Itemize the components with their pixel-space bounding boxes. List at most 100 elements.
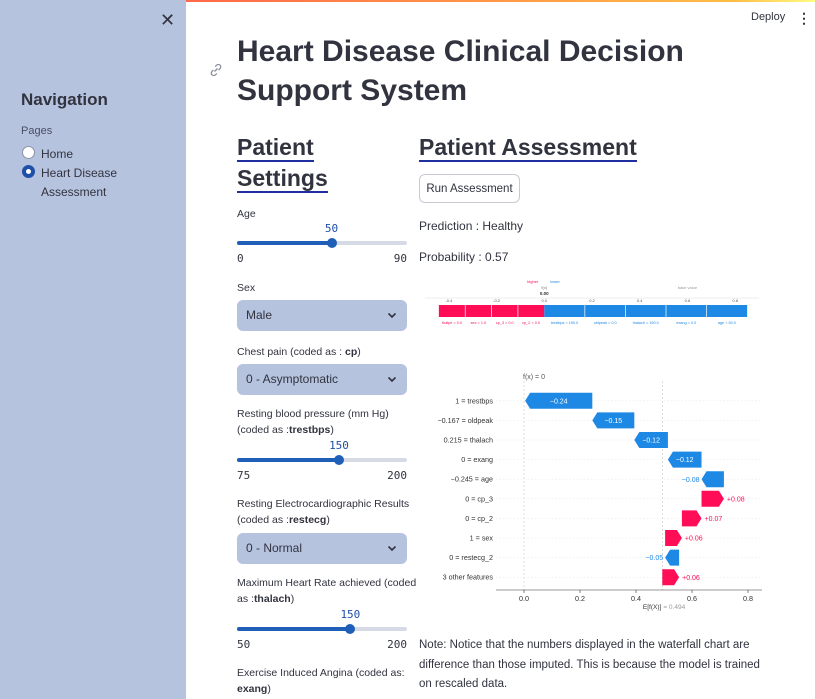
patient-settings-heading: Patient Settings (237, 132, 347, 194)
restecg-label-line2: (coded as :restecg) (237, 512, 409, 528)
feature-label: 3 other features (443, 573, 494, 582)
radio-unselected-icon[interactable] (22, 146, 35, 159)
feature-label: 0 = exang (461, 455, 493, 464)
chevron-down-icon (387, 545, 397, 552)
page-title: Heart Disease Clinical Decision Support … (237, 35, 684, 107)
force-legend-lower: lower (550, 279, 560, 284)
waterfall-bar (665, 530, 682, 546)
restecg-label-close: ) (326, 514, 330, 526)
slider-value: 150 (329, 439, 349, 452)
sex-label: Sex (237, 282, 256, 294)
thalach-coded-as: as : (237, 593, 254, 605)
thalach-label-line2: as :thalach) (237, 591, 416, 607)
restecg-label: Resting Electrocardiographic Results (co… (237, 496, 409, 528)
slider-thumb[interactable] (345, 624, 356, 634)
thalach-label-line1: Maximum Heart Rate achieved (coded (237, 577, 417, 589)
force-tick-label: 0.0 (542, 298, 548, 303)
thalach-code: thalach (253, 593, 291, 605)
x-tick-label: 0.8 (743, 594, 753, 603)
chest-pain-code: cp (344, 346, 358, 358)
chest-pain-select-value: 0 - Asymptomatic (246, 372, 339, 386)
sidebar-title: Navigation (21, 90, 108, 109)
force-blue-feature-label: oldpeak = 0.0 (594, 321, 617, 325)
resting-bp-coded-as: (coded as : (237, 424, 289, 436)
waterfall-bar (681, 510, 702, 527)
resting-bp-label-close: ) (330, 424, 334, 436)
slider-fill (237, 627, 351, 631)
chest-pain-select[interactable]: 0 - Asymptomatic (237, 364, 407, 395)
force-legend-higher: higher (527, 279, 539, 284)
force-fx-label: f(x) (541, 285, 547, 290)
force-tick-label: -0.4 (445, 298, 453, 303)
slider-value: 50 (324, 222, 339, 235)
force-blue-feature-label: thalach = 150.0 (633, 321, 659, 325)
slider-fill (237, 241, 332, 245)
sidebar: ✕ Navigation Pages Home Heart Disease As… (0, 0, 186, 699)
force-tick-label: 0.2 (589, 298, 595, 303)
close-sidebar-icon[interactable]: ✕ (160, 10, 175, 30)
x-tick-label: 0.6 (687, 594, 697, 603)
shap-force-plot: higher lowerf(x)0.00 base value -0.4 -0.2 0.0… (425, 279, 759, 325)
sex-select-value: Male (246, 308, 273, 322)
main-menu-icon[interactable]: ⋮ (797, 10, 811, 26)
age-label: Age (237, 208, 256, 220)
restecg-coded-as: (coded as : (237, 514, 289, 526)
chest-pain-label-close: ) (357, 346, 361, 358)
slider-thumb[interactable] (326, 238, 337, 248)
run-assessment-button[interactable]: Run Assessment (419, 174, 520, 203)
force-tick-label: -0.2 (493, 298, 501, 303)
feature-label: 0.215 = thalach (444, 436, 493, 445)
bar-value-label: −0.12 (642, 438, 660, 445)
resting-bp-label-line1: Resting blood pressure (mm Hg) (237, 408, 389, 420)
x-tick-label: 0.4 (631, 594, 641, 603)
feature-label: 1 = trestbps (455, 396, 493, 405)
slider-thumb[interactable] (334, 455, 344, 465)
exang-label-line1: Exercise Induced Angina (coded as: (237, 667, 405, 679)
exang-label: Exercise Induced Angina (coded as: exang… (237, 665, 405, 697)
page-option-home[interactable]: Home (22, 145, 121, 164)
force-red-feature-label: thalpe = 0.0 (442, 321, 462, 325)
force-fx-value: 0.00 (540, 291, 549, 296)
page-option-label: Home (41, 147, 74, 161)
feature-label: −0.245 = age (451, 475, 493, 484)
force-blue-feature-label: age = 50.0 (718, 321, 736, 325)
prediction-text: Prediction : Healthy (419, 219, 524, 233)
pages-label: Pages (21, 125, 53, 137)
base-value-label: E[f(X)] (643, 604, 662, 611)
slider-fill (237, 458, 339, 462)
resting-bp-label-line2: (coded as :trestbps) (237, 422, 389, 438)
exang-label-line2: exang) (237, 681, 405, 697)
sex-select[interactable]: Male (237, 300, 407, 331)
x-tick-label: 0.0 (519, 594, 529, 603)
age-slider[interactable]: 50 0 90 (237, 222, 407, 265)
slider-max: 90 (393, 252, 407, 265)
feature-label: 0 = cp_2 (465, 514, 493, 523)
chevron-down-icon (387, 312, 397, 319)
waterfall-bar (662, 569, 680, 586)
chest-pain-label: Chest pain (coded as : cp) (237, 344, 361, 360)
slider-value: 150 (340, 608, 361, 621)
restecg-code: restecg (288, 514, 327, 526)
deploy-button[interactable]: Deploy (751, 11, 785, 23)
probability-text: Probability : 0.57 (419, 250, 509, 264)
restecg-select[interactable]: 0 - Normal (237, 533, 407, 564)
thalach-slider[interactable]: 150 50 200 (237, 608, 407, 651)
page-option-heart-disease-assessment[interactable]: Heart Disease Assessment (22, 164, 121, 202)
base-value-number: = 0.494 (663, 604, 685, 611)
slider-min: 0 (237, 252, 244, 265)
resting-bp-slider[interactable]: 150 75 200 (237, 439, 407, 482)
anchor-link-icon[interactable] (208, 62, 224, 78)
force-red-feature-label: cp_2 = 0.0 (522, 321, 540, 325)
force-red-feature-label: sex = 1.0 (471, 321, 487, 325)
force-base-label: base value (678, 285, 698, 290)
feature-label: 0 = cp_3 (465, 494, 493, 503)
thalach-label: Maximum Heart Rate achieved (coded as :t… (237, 575, 416, 607)
waterfall-bar (701, 471, 724, 488)
chest-pain-label-text: Chest pain (coded as : (237, 346, 345, 358)
x-tick-label: 0.2 (575, 594, 585, 603)
radio-selected-icon[interactable] (22, 165, 35, 178)
force-blue-feature-label: trestbps = 150.0 (551, 321, 578, 325)
bar-value-label: −0.08 (682, 477, 700, 484)
bar-value-label: −0.24 (550, 398, 568, 405)
thalach-label-close: ) (290, 593, 295, 605)
